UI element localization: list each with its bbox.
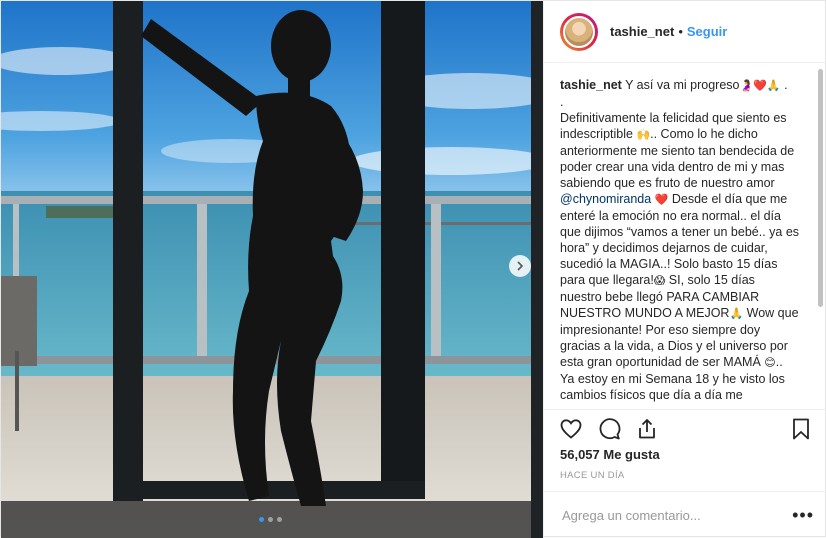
next-photo-button[interactable] (509, 255, 531, 277)
caption-emoji: ❤️ (654, 193, 669, 206)
carousel-dot (259, 517, 264, 522)
author-username[interactable]: tashie_net (610, 24, 674, 39)
caption-emoji: 🙌 (636, 128, 651, 141)
caption-emoji: 😊 (764, 356, 776, 369)
comment-icon (599, 418, 621, 440)
follow-button[interactable]: Seguir (687, 24, 727, 39)
balcony-photo (1, 1, 543, 538)
post-sidebar: tashie_net • Seguir tashie_net Y así va … (543, 1, 826, 538)
bookmark-icon (793, 418, 809, 440)
comment-button[interactable] (596, 416, 622, 442)
carousel-dot (268, 517, 273, 522)
caption-username[interactable]: tashie_net (560, 78, 622, 92)
comment-composer: ••• (544, 491, 826, 538)
post-header: tashie_net • Seguir (544, 1, 826, 63)
caption-first-line: Y así va mi progreso (625, 78, 740, 92)
caption-mention-link[interactable]: @chynomiranda (560, 192, 651, 206)
post-caption: tashie_net Y así va mi progreso🤰❤️🙏 . . … (560, 77, 800, 405)
caption-first-line-end: . (780, 78, 788, 92)
chevron-right-icon (517, 261, 524, 271)
more-options-button[interactable]: ••• (792, 505, 814, 526)
post-photo[interactable] (1, 1, 543, 538)
share-icon (639, 419, 655, 439)
avatar (563, 15, 595, 48)
carousel-dots (259, 517, 282, 522)
avatar-story-ring[interactable] (560, 12, 598, 51)
caption-emoji: 🙏 (729, 307, 744, 320)
carousel-dot (277, 517, 282, 522)
likes-count[interactable]: 56,057 Me gusta (560, 447, 660, 462)
post-timestamp[interactable]: HACE UN DÍA (560, 470, 625, 481)
header-separator: • (678, 24, 683, 39)
caption-emojis: 🤰❤️🙏 (739, 79, 781, 92)
caption-scrollbar[interactable] (816, 69, 824, 409)
save-button[interactable] (788, 416, 814, 442)
action-bar (544, 409, 826, 450)
instagram-post: tashie_net • Seguir tashie_net Y así va … (0, 0, 826, 538)
caption-emoji: 😱 (653, 274, 666, 287)
share-button[interactable] (634, 416, 660, 442)
comment-input[interactable] (560, 506, 793, 524)
like-button[interactable] (558, 416, 584, 442)
caption-dot: . (560, 95, 564, 109)
heart-icon (560, 419, 582, 439)
scrollbar-thumb[interactable] (818, 69, 823, 307)
